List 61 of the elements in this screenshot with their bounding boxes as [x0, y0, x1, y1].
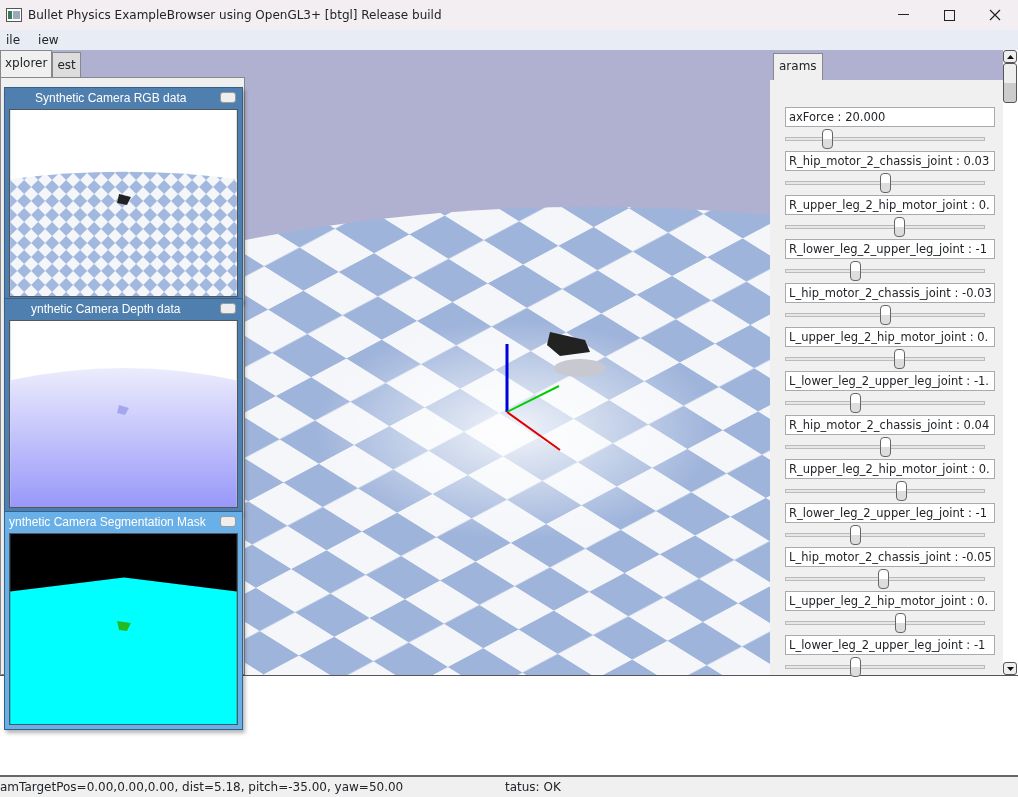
minimize-icon	[897, 14, 909, 16]
slider[interactable]	[785, 611, 985, 635]
parameter-field[interactable]: L_lower_leg_2_upper_leg_joint : -1.	[785, 371, 995, 391]
minimize-button[interactable]	[220, 303, 236, 314]
slider[interactable]	[785, 479, 985, 503]
slider[interactable]	[785, 435, 985, 459]
slider[interactable]	[785, 259, 985, 283]
slider-thumb[interactable]	[895, 613, 906, 633]
slider-thumb[interactable]	[822, 129, 833, 149]
maximize-icon	[943, 9, 955, 21]
parameter-field[interactable]: R_lower_leg_2_upper_leg_joint : -1	[785, 503, 995, 523]
parameter-field[interactable]: L_upper_leg_2_hip_motor_joint : 0.	[785, 591, 995, 611]
menu-item[interactable]: ile	[0, 30, 33, 50]
parameter-field[interactable]: R_upper_leg_2_hip_motor_joint : 0.	[785, 195, 995, 215]
minimize-button[interactable]	[220, 92, 236, 103]
slider[interactable]	[785, 127, 985, 151]
slider-thumb[interactable]	[850, 261, 861, 281]
up-arrow-icon	[1006, 54, 1014, 59]
parameter-field[interactable]: L_hip_motor_2_chassis_joint : -0.05	[785, 547, 995, 567]
slider-thumb[interactable]	[880, 305, 891, 325]
slider[interactable]	[785, 567, 985, 591]
slider[interactable]	[785, 347, 985, 371]
parameter-field[interactable]: R_upper_leg_2_hip_motor_joint : 0.	[785, 459, 995, 479]
status-text: tatus: OK	[505, 779, 561, 796]
tab[interactable]: xplorer	[0, 50, 53, 77]
window-title: Bullet Physics ExampleBrowser using OpenGL3+ [btgl] Release build	[28, 7, 443, 24]
camera-status: amTargetPos=0.00,0.00,0.00, dist=5.18, pitch=-35.00, yaw=50.00	[0, 779, 405, 796]
tab[interactable]: arams	[773, 53, 823, 80]
parameter-field[interactable]: L_hip_motor_2_chassis_joint : -0.03	[785, 283, 995, 303]
slider[interactable]	[785, 655, 985, 679]
slider-thumb[interactable]	[894, 349, 905, 369]
slider-thumb[interactable]	[878, 569, 889, 589]
scrollbar-thumb[interactable]	[1003, 63, 1017, 103]
close-icon	[989, 9, 1001, 21]
slider[interactable]	[785, 303, 985, 327]
parameter-field[interactable]: R_hip_motor_2_chassis_joint : 0.03	[785, 151, 995, 171]
slider-thumb[interactable]	[850, 657, 861, 677]
window-title: Synthetic Camera RGB data	[35, 91, 187, 105]
scroll-down-button[interactable]	[1003, 662, 1017, 675]
slider-thumb[interactable]	[894, 217, 905, 237]
slider-thumb[interactable]	[896, 481, 907, 501]
down-arrow-icon	[1006, 666, 1014, 671]
window-title: ynthetic Camera Segmentation Mask	[9, 515, 206, 529]
scroll-up-button[interactable]	[1003, 50, 1017, 63]
slider-thumb[interactable]	[880, 437, 891, 457]
slider[interactable]	[785, 391, 985, 415]
slider[interactable]	[785, 523, 985, 547]
app-icon	[6, 8, 22, 22]
parameter-field[interactable]: L_upper_leg_2_hip_motor_joint : 0.	[785, 327, 995, 347]
slider-thumb[interactable]	[880, 173, 891, 193]
slider-thumb[interactable]	[850, 393, 861, 413]
menu-item[interactable]: iew	[32, 30, 71, 50]
slider-thumb[interactable]	[850, 525, 861, 545]
tab[interactable]: est	[52, 52, 81, 77]
parameter-field[interactable]: axForce : 20.000	[785, 107, 995, 127]
window-title: ynthetic Camera Depth data	[31, 302, 181, 316]
parameter-field[interactable]: L_lower_leg_2_upper_leg_joint : -1	[785, 635, 995, 655]
slider[interactable]	[785, 171, 985, 195]
slider[interactable]	[785, 215, 985, 239]
parameter-field[interactable]: R_lower_leg_2_upper_leg_joint : -1	[785, 239, 995, 259]
parameter-field[interactable]: R_hip_motor_2_chassis_joint : 0.04	[785, 415, 995, 435]
